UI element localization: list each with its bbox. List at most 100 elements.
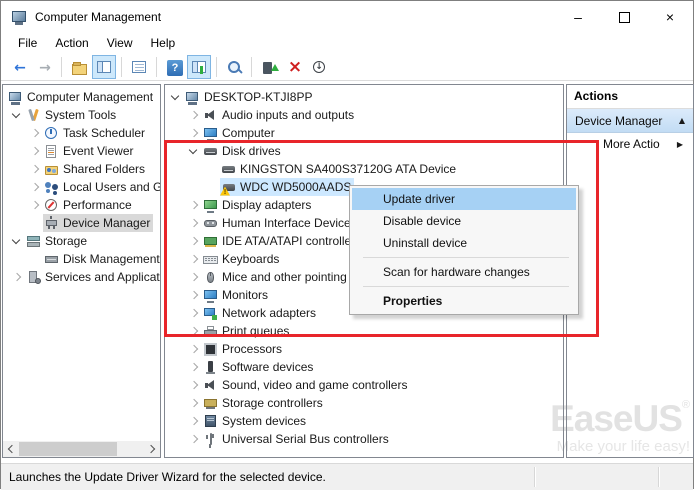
chevron-right-icon[interactable] xyxy=(186,341,202,357)
tree-item-label: Disk Management xyxy=(63,252,160,266)
help-button[interactable] xyxy=(162,55,186,79)
chevron-right-icon[interactable] xyxy=(27,143,43,159)
uninstall-device-button[interactable] xyxy=(282,55,306,79)
chevron-expanded-icon[interactable] xyxy=(9,107,25,123)
tree-item[interactable]: Performance xyxy=(3,196,160,214)
chevron-right-icon[interactable] xyxy=(27,197,43,213)
tree-item-label: Processors xyxy=(222,342,282,356)
chevron-right-icon[interactable] xyxy=(27,161,43,177)
tree-item-label: Task Scheduler xyxy=(63,126,145,140)
scan-hardware-changes-button[interactable] xyxy=(222,55,246,79)
menubar-item-action[interactable]: Action xyxy=(46,34,97,52)
tree-item[interactable]: System devices xyxy=(165,412,563,430)
usb-icon xyxy=(203,432,218,447)
storage-controller-icon xyxy=(203,396,218,411)
properties-button[interactable] xyxy=(127,55,151,79)
chevron-right-icon[interactable] xyxy=(186,395,202,411)
tree-item[interactable]: Processors xyxy=(165,340,563,358)
tree-item-label: Sound, video and game controllers xyxy=(222,378,407,392)
open-console-icon xyxy=(71,59,89,77)
minimize-button[interactable]: – xyxy=(555,1,601,33)
tree-item-label: Audio inputs and outputs xyxy=(222,108,354,122)
tree-item[interactable]: Shared Folders xyxy=(3,160,160,178)
tree-item[interactable]: Sound, video and game controllers xyxy=(165,376,563,394)
tree-item-label: Performance xyxy=(63,198,132,212)
menubar-item-help[interactable]: Help xyxy=(142,34,185,52)
tree-item[interactable]: Device Manager xyxy=(3,214,160,232)
tree-item[interactable]: Services and Applications xyxy=(3,268,160,286)
status-separator xyxy=(658,467,659,487)
forward-button[interactable] xyxy=(32,55,56,79)
scrollbar-thumb[interactable] xyxy=(19,442,117,456)
chevron-expanded-icon[interactable] xyxy=(168,89,184,105)
horizontal-scrollbar[interactable] xyxy=(3,441,160,457)
toolbar-separator xyxy=(121,57,122,77)
chevron-right-icon[interactable] xyxy=(27,179,43,195)
forward-icon xyxy=(36,59,54,77)
back-button[interactable] xyxy=(7,55,31,79)
tree-item[interactable]: Computer Management xyxy=(3,88,160,106)
maximize-button[interactable] xyxy=(601,1,647,33)
chevron-right-icon[interactable] xyxy=(186,431,202,447)
tree-item[interactable]: DESKTOP-KTJI8PP xyxy=(165,88,563,106)
tree-item[interactable]: Universal Serial Bus controllers xyxy=(165,430,563,448)
update-driver-button[interactable] xyxy=(257,55,281,79)
system-tools-icon xyxy=(26,108,41,123)
chevron-right-icon[interactable] xyxy=(186,377,202,393)
tree-item-label: Software devices xyxy=(222,360,313,374)
audio-icon xyxy=(203,108,218,123)
watermark: EaseUS® Make your life easy! xyxy=(550,400,690,454)
scan-hardware-changes-icon xyxy=(226,59,244,77)
maximize-icon xyxy=(619,12,630,23)
tree-item[interactable]: Local Users and Groups xyxy=(3,178,160,196)
computer-icon xyxy=(8,90,23,105)
submenu-arrow-icon: ▶ xyxy=(677,140,683,149)
tree-item[interactable]: System Tools xyxy=(3,106,160,124)
task-scheduler-icon xyxy=(44,126,59,141)
actions-group-device-manager[interactable]: Device Manager ▲ xyxy=(567,109,693,133)
watermark-tagline: Make your life easy! xyxy=(550,439,690,454)
chevron-right-icon[interactable] xyxy=(186,107,202,123)
menubar-item-view[interactable]: View xyxy=(98,34,142,52)
tree-item-label: Universal Serial Bus controllers xyxy=(222,432,389,446)
tree-item[interactable]: Disk Management xyxy=(3,250,160,268)
tree-item[interactable]: Software devices xyxy=(165,358,563,376)
tree-item-label: System Tools xyxy=(45,108,116,122)
toolbar xyxy=(1,53,693,81)
actions-group-title: Device Manager xyxy=(575,114,679,128)
tree-item[interactable]: Task Scheduler xyxy=(3,124,160,142)
registered-mark: ® xyxy=(682,399,690,411)
audio-icon xyxy=(203,378,218,393)
show-hide-console-tree-icon xyxy=(96,59,114,77)
device-manager-icon xyxy=(44,216,59,231)
close-button[interactable]: × xyxy=(647,1,693,33)
show-hide-action-pane-button[interactable] xyxy=(187,55,211,79)
tree-item[interactable]: Audio inputs and outputs xyxy=(165,106,563,124)
annotation-highlight-rectangle xyxy=(164,140,599,337)
actions-header: Actions xyxy=(567,85,693,109)
tree-item[interactable]: Event Viewer xyxy=(3,142,160,160)
chevron-right-icon[interactable] xyxy=(9,269,25,285)
chevron-right-icon[interactable] xyxy=(186,413,202,429)
help-icon xyxy=(166,59,184,77)
chevron-right-icon[interactable] xyxy=(27,125,43,141)
tree-item-label: Computer Management xyxy=(27,90,153,104)
tree-item-label: Storage xyxy=(45,234,87,248)
open-console-button[interactable] xyxy=(67,55,91,79)
chevron-slot xyxy=(27,251,43,267)
disable-device-button[interactable] xyxy=(307,55,331,79)
scroll-left-icon[interactable] xyxy=(3,441,19,457)
software-icon xyxy=(203,360,218,375)
tree-item-label: DESKTOP-KTJI8PP xyxy=(204,90,312,104)
tree-item[interactable]: Storage xyxy=(3,232,160,250)
menubar-item-file[interactable]: File xyxy=(9,34,46,52)
toolbar-separator xyxy=(61,57,62,77)
tree-item[interactable]: Storage controllers xyxy=(165,394,563,412)
chevron-right-icon[interactable] xyxy=(186,359,202,375)
collapse-arrow-icon[interactable]: ▲ xyxy=(679,116,685,125)
chevron-expanded-icon[interactable] xyxy=(9,233,25,249)
chevron-right-icon[interactable] xyxy=(186,125,202,141)
scroll-right-icon[interactable] xyxy=(144,441,160,457)
uninstall-device-icon xyxy=(286,59,304,77)
show-hide-console-tree-button[interactable] xyxy=(92,55,116,79)
